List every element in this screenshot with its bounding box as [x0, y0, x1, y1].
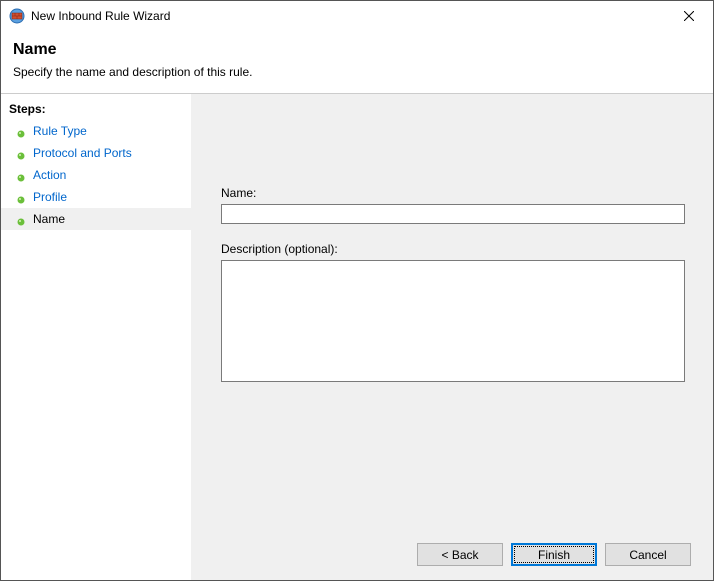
titlebar: New Inbound Rule Wizard [1, 1, 713, 31]
step-protocol-ports[interactable]: Protocol and Ports [1, 142, 191, 164]
step-bullet-icon [17, 171, 25, 179]
wizard-body: Steps: Rule Type Protocol and Ports Acti… [1, 94, 713, 580]
firewall-icon [9, 8, 25, 24]
step-bullet-icon [17, 149, 25, 157]
button-row: < Back Finish Cancel [417, 543, 691, 566]
wizard-header: Name Specify the name and description of… [1, 31, 713, 94]
close-icon [684, 11, 694, 21]
steps-sidebar: Steps: Rule Type Protocol and Ports Acti… [1, 94, 191, 580]
step-label: Protocol and Ports [33, 146, 132, 160]
wizard-window: New Inbound Rule Wizard Name Specify the… [0, 0, 714, 581]
finish-button[interactable]: Finish [511, 543, 597, 566]
step-rule-type[interactable]: Rule Type [1, 120, 191, 142]
step-label: Name [33, 212, 65, 226]
step-name[interactable]: Name [1, 208, 191, 230]
step-action[interactable]: Action [1, 164, 191, 186]
page-title: Name [13, 41, 701, 59]
close-button[interactable] [669, 3, 709, 29]
step-bullet-icon [17, 127, 25, 135]
name-input[interactable] [221, 204, 685, 224]
steps-heading: Steps: [1, 100, 191, 120]
description-input[interactable] [221, 260, 685, 382]
cancel-button[interactable]: Cancel [605, 543, 691, 566]
step-bullet-icon [17, 215, 25, 223]
name-label: Name: [221, 186, 685, 200]
step-label: Rule Type [33, 124, 87, 138]
step-bullet-icon [17, 193, 25, 201]
description-label: Description (optional): [221, 242, 685, 256]
back-button[interactable]: < Back [417, 543, 503, 566]
step-label: Profile [33, 190, 67, 204]
window-title: New Inbound Rule Wizard [31, 9, 170, 23]
main-panel: Name: Description (optional): < Back Fin… [191, 94, 713, 580]
step-label: Action [33, 168, 66, 182]
step-profile[interactable]: Profile [1, 186, 191, 208]
form-area: Name: Description (optional): [221, 186, 685, 385]
page-subtitle: Specify the name and description of this… [13, 65, 701, 79]
